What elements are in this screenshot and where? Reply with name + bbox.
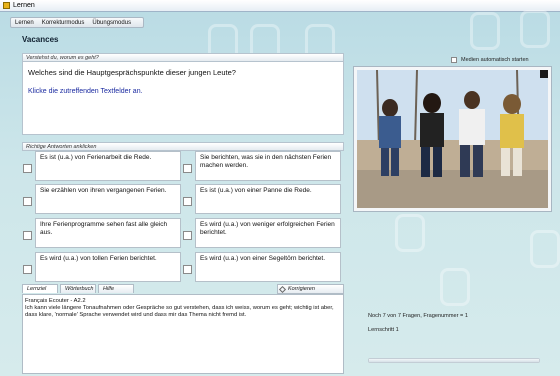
answer-checkbox[interactable] (183, 231, 192, 240)
bottom-tabs: Lernziel Wörterbuch Hilfe (22, 284, 136, 293)
video-frame[interactable] (357, 70, 548, 208)
answers-panel: Richtige Antworten anklicken (22, 142, 344, 151)
answer-option[interactable]: Es ist (u.a.) von Ferienarbeit die Rede. (23, 151, 181, 181)
watermark-icon (440, 268, 470, 306)
learning-goal-text: Ich kann viele längere Tonaufnahmen oder… (25, 305, 334, 318)
learning-step: Lernschritt 1 (368, 327, 399, 333)
menu-item-korrekturmodus[interactable]: Korrekturmodus (42, 20, 85, 26)
answer-checkbox[interactable] (183, 197, 192, 206)
instruction-text: Klicke die zutreffenden Textfelder an. (28, 88, 143, 95)
answer-text[interactable]: Es wird (u.a.) von tollen Ferien bericht… (35, 252, 181, 282)
korrigieren-button[interactable]: Korrigieren (277, 284, 344, 294)
question-counter: Noch 7 von 7 Fragen, Fragenummer = 1 (368, 313, 468, 319)
answer-text[interactable]: Sie erzählen von ihren vergangenen Ferie… (35, 184, 181, 214)
app-icon (3, 2, 10, 9)
answer-text[interactable]: Ihre Ferienprogramme sehen fast alle gle… (35, 218, 181, 248)
answer-option[interactable]: Es ist (u.a.) von einer Panne die Rede. (183, 184, 341, 214)
answer-checkbox[interactable] (23, 231, 32, 240)
media-autostart-checkbox[interactable] (451, 57, 457, 63)
answers-panel-header: Richtige Antworten anklicken (22, 142, 344, 151)
answer-text[interactable]: Es wird (u.a.) von weniger erfolgreichen… (195, 218, 341, 248)
media-fullscreen-icon[interactable] (540, 70, 548, 78)
window-title: Lernen (13, 2, 35, 9)
answer-option[interactable]: Ihre Ferienprogramme sehen fast alle gle… (23, 218, 181, 248)
question-text: Welches sind die Hauptgesprächspunkte di… (28, 68, 236, 77)
answer-checkbox[interactable] (23, 164, 32, 173)
menu-item-lernen[interactable]: Lernen (15, 20, 34, 26)
watermark-icon (530, 230, 560, 268)
answer-option[interactable]: Es wird (u.a.) von tollen Ferien bericht… (23, 252, 181, 282)
media-player[interactable] (353, 66, 552, 212)
watermark-icon (395, 214, 425, 252)
progress-fill (369, 359, 539, 362)
answer-text[interactable]: Es ist (u.a.) von einer Panne die Rede. (195, 184, 341, 214)
question-panel-header: Verstehst du, worum es geht? (22, 53, 344, 62)
answer-option[interactable]: Sie erzählen von ihren vergangenen Ferie… (23, 184, 181, 214)
video-scene-illustration (357, 70, 548, 208)
answer-text[interactable]: Es wird (u.a.) von einer Segeltörn beric… (195, 252, 341, 282)
answer-option[interactable]: Es wird (u.a.) von einer Segeltörn beric… (183, 252, 341, 282)
answer-checkbox[interactable] (183, 164, 192, 173)
tab-woerterbuch[interactable]: Wörterbuch (60, 284, 96, 293)
window-titlebar: Lernen (0, 0, 560, 12)
answer-checkbox[interactable] (183, 265, 192, 274)
answer-checkbox[interactable] (23, 265, 32, 274)
watermark-icon (520, 10, 550, 48)
answer-option[interactable]: Sie berichten, was sie in den nächsten F… (183, 151, 341, 181)
menu-item-uebungsmodus[interactable]: Übungsmodus (92, 20, 131, 26)
answer-text[interactable]: Es ist (u.a.) von Ferienarbeit die Rede. (35, 151, 181, 181)
learning-goal-panel: Français Ecouter - A2.2 Ich kann viele l… (22, 294, 344, 374)
answer-checkbox[interactable] (23, 197, 32, 206)
watermark-icon (470, 12, 500, 50)
korrigieren-label: Korrigieren (288, 286, 315, 292)
question-panel-body: Welches sind die Hauptgesprächspunkte di… (22, 62, 344, 135)
media-autostart-label: Medien automatisch starten (461, 57, 529, 63)
answer-option[interactable]: Es wird (u.a.) von weniger erfolgreichen… (183, 218, 341, 248)
pencil-icon (278, 285, 287, 294)
answers-grid: Es ist (u.a.) von Ferienarbeit die Rede.… (22, 151, 344, 284)
tab-lernziel[interactable]: Lernziel (22, 284, 58, 293)
page-title: Vacances (22, 35, 59, 44)
menu-bar: Lernen Korrekturmodus Übungsmodus (10, 17, 145, 28)
tab-hilfe[interactable]: Hilfe (98, 284, 134, 293)
media-autostart[interactable]: Medien automatisch starten (451, 57, 529, 63)
question-panel: Verstehst du, worum es geht? Welches sin… (22, 53, 344, 135)
learning-goal-title: Français Ecouter - A2.2 (25, 298, 86, 304)
answer-text[interactable]: Sie berichten, was sie in den nächsten F… (195, 151, 341, 181)
progress-bar (368, 358, 540, 363)
